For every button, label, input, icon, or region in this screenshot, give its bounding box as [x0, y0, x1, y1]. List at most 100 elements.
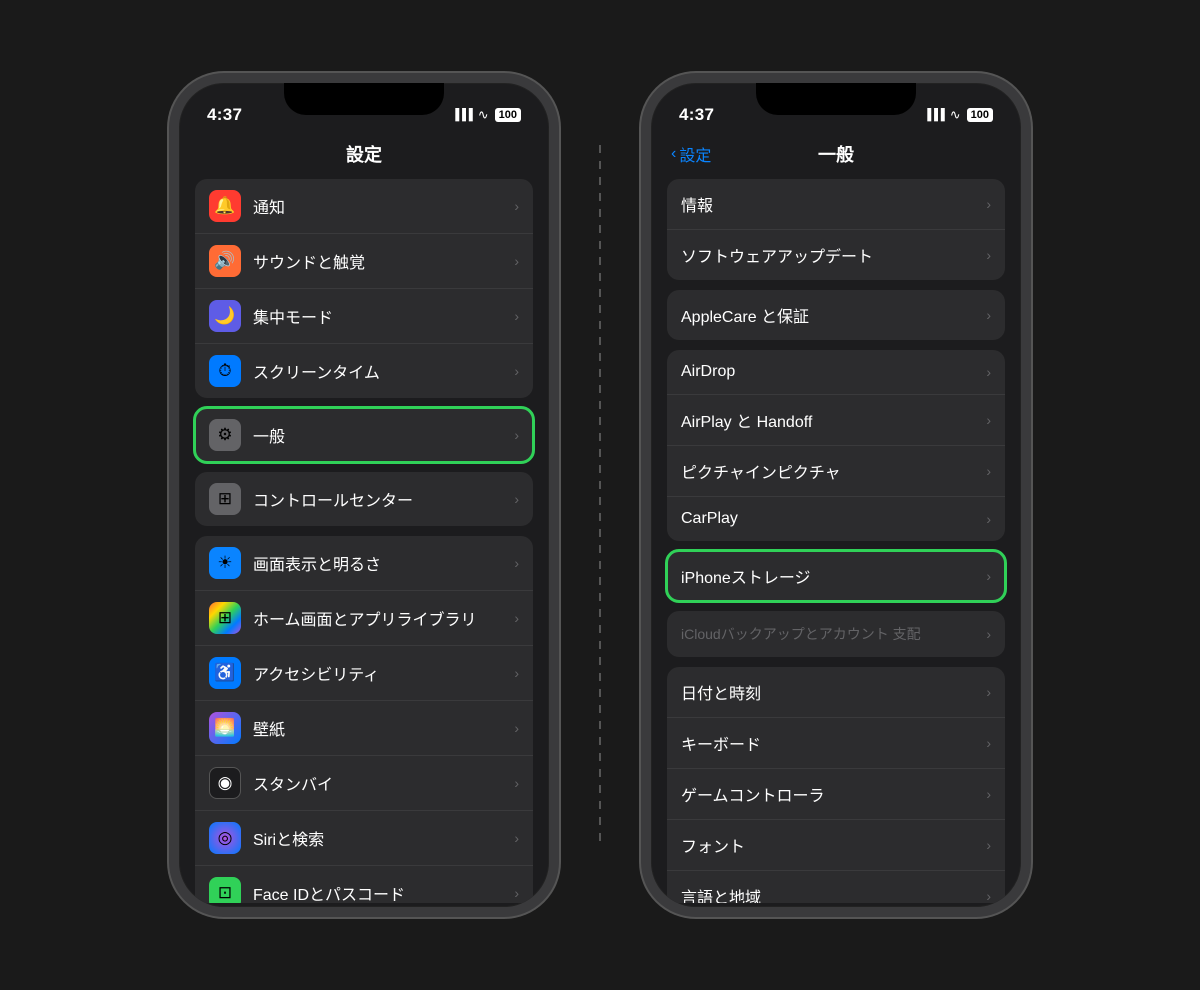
chevron-homescreen: ›	[514, 610, 519, 626]
settings-item-accessibility[interactable]: ♿ アクセシビリティ ›	[195, 646, 533, 701]
focus-icon: 🌙	[209, 300, 241, 332]
notch-right	[756, 83, 916, 115]
accessibility-icon: ♿	[209, 657, 241, 689]
screentime-label: スクリーンタイム	[253, 359, 514, 383]
page-title-right: 一般	[818, 141, 854, 167]
fonts-label: フォント	[681, 833, 986, 857]
settings-item-faceid[interactable]: ⊡ Face IDとパスコード ›	[195, 866, 533, 903]
settings-item-airdrop[interactable]: AirDrop ›	[667, 350, 1005, 395]
settings-item-homescreen[interactable]: ⊞ ホーム画面とアプリライブラリ ›	[195, 591, 533, 646]
sound-label: サウンドと触覚	[253, 249, 514, 273]
time-left: 4:37	[207, 105, 242, 125]
right-settings-group-3: AirDrop › AirPlay と Handoff › ピクチャインピクチャ…	[667, 350, 1005, 541]
settings-item-icloud[interactable]: iCloudバックアップとアカウント 支配 ›	[667, 611, 1005, 657]
general-label: 一般	[253, 423, 514, 447]
keyboard-label: キーボード	[681, 731, 986, 755]
right-settings-group-5: iCloudバックアップとアカウント 支配 ›	[667, 611, 1005, 657]
datetime-label: 日付と時刻	[681, 680, 986, 704]
info-label: 情報	[681, 192, 986, 216]
focus-label: 集中モード	[253, 304, 514, 328]
settings-item-airplay[interactable]: AirPlay と Handoff ›	[667, 395, 1005, 446]
back-button[interactable]: ‹ 設定	[671, 142, 711, 166]
status-icons-left: ▐▐▐ ∿ 100	[451, 107, 521, 123]
settings-item-fonts[interactable]: フォント ›	[667, 820, 1005, 871]
notification-label: 通知	[253, 194, 514, 218]
settings-item-sound[interactable]: 🔊 サウンドと触覚 ›	[195, 234, 533, 289]
settings-item-applecare[interactable]: AppleCare と保証 ›	[667, 290, 1005, 340]
chevron-datetime: ›	[986, 684, 991, 700]
settings-item-display[interactable]: ☀ 画面表示と明るさ ›	[195, 536, 533, 591]
chevron-screentime: ›	[514, 363, 519, 379]
chevron-airdrop: ›	[986, 364, 991, 380]
carplay-label: CarPlay	[681, 510, 986, 528]
chevron-airplay: ›	[986, 412, 991, 428]
settings-item-keyboard[interactable]: キーボード ›	[667, 718, 1005, 769]
settings-group-1: 🔔 通知 › 🔊 サウンドと触覚 › 🌙 集中モード › ⏱ スクリーンタイム	[195, 179, 533, 398]
control-label: コントロールセンター	[253, 487, 514, 511]
airplay-label: AirPlay と Handoff	[681, 408, 986, 432]
settings-list-left: 🔔 通知 › 🔊 サウンドと触覚 › 🌙 集中モード › ⏱ スクリーンタイム	[179, 179, 549, 903]
notification-icon: 🔔	[209, 190, 241, 222]
settings-item-gamecontroller[interactable]: ゲームコントローラ ›	[667, 769, 1005, 820]
phone-divider	[599, 145, 601, 845]
notch	[284, 83, 444, 115]
nav-header-left: 設定	[179, 133, 549, 179]
settings-item-notifications[interactable]: 🔔 通知 ›	[195, 179, 533, 234]
icloud-label: iCloudバックアップとアカウント 支配	[681, 624, 986, 644]
back-label: 設定	[679, 142, 711, 166]
chevron-keyboard: ›	[986, 735, 991, 751]
signal-icon: ▐▐▐	[451, 109, 471, 121]
right-settings-group-1: 情報 › ソフトウェアアップデート ›	[667, 179, 1005, 280]
software-label: ソフトウェアアップデート	[681, 243, 986, 267]
chevron-storage: ›	[986, 568, 991, 584]
chevron-general: ›	[514, 427, 519, 443]
settings-item-general[interactable]: ⚙ 一般 ›	[195, 408, 533, 462]
settings-item-siri[interactable]: ◎ Siriと検索 ›	[195, 811, 533, 866]
applecare-label: AppleCare と保証	[681, 303, 986, 327]
page-title-left: 設定	[346, 141, 382, 167]
chevron-display: ›	[514, 555, 519, 571]
left-phone-frame: 4:37 ▐▐▐ ∿ 100 設定 🔔 通知 ›	[169, 73, 559, 917]
accessibility-label: アクセシビリティ	[253, 661, 514, 685]
settings-item-carplay[interactable]: CarPlay ›	[667, 497, 1005, 541]
signal-icon-right: ▐▐▐	[923, 109, 943, 121]
chevron-info: ›	[986, 196, 991, 212]
right-phone-frame: 4:37 ▐▐▐ ∿ 100 ‹ 設定 一般 情報 ›	[641, 73, 1031, 917]
settings-item-language[interactable]: 言語と地域 ›	[667, 871, 1005, 903]
chevron-notifications: ›	[514, 198, 519, 214]
standby-label: スタンバイ	[253, 771, 514, 795]
screentime-icon: ⏱	[209, 355, 241, 387]
settings-item-standby[interactable]: ◉ スタンバイ ›	[195, 756, 533, 811]
settings-item-control[interactable]: ⊞ コントロールセンター ›	[195, 472, 533, 526]
chevron-icloud: ›	[986, 626, 991, 642]
airdrop-label: AirDrop	[681, 363, 986, 381]
battery-indicator-right: 100	[967, 108, 993, 122]
wallpaper-label: 壁紙	[253, 716, 514, 740]
chevron-standby: ›	[514, 775, 519, 791]
display-icon: ☀	[209, 547, 241, 579]
gamecontroller-label: ゲームコントローラ	[681, 782, 986, 806]
homescreen-label: ホーム画面とアプリライブラリ	[253, 606, 514, 630]
settings-item-datetime[interactable]: 日付と時刻 ›	[667, 667, 1005, 718]
right-settings-group-storage: iPhoneストレージ ›	[667, 551, 1005, 601]
homescreen-icon: ⊞	[209, 602, 241, 634]
settings-item-info[interactable]: 情報 ›	[667, 179, 1005, 230]
pip-label: ピクチャインピクチャ	[681, 459, 986, 483]
settings-item-storage[interactable]: iPhoneストレージ ›	[667, 551, 1005, 601]
chevron-faceid: ›	[514, 885, 519, 901]
settings-item-focus[interactable]: 🌙 集中モード ›	[195, 289, 533, 344]
settings-item-pip[interactable]: ピクチャインピクチャ ›	[667, 446, 1005, 497]
language-label: 言語と地域	[681, 884, 986, 903]
chevron-language: ›	[986, 888, 991, 903]
wifi-icon: ∿	[478, 107, 489, 123]
general-icon: ⚙	[209, 419, 241, 451]
chevron-fonts: ›	[986, 837, 991, 853]
nav-header-right: ‹ 設定 一般	[651, 133, 1021, 179]
settings-item-wallpaper[interactable]: 🌅 壁紙 ›	[195, 701, 533, 756]
settings-item-software[interactable]: ソフトウェアアップデート ›	[667, 230, 1005, 280]
right-settings-group-2: AppleCare と保証 ›	[667, 290, 1005, 340]
settings-item-screentime[interactable]: ⏱ スクリーンタイム ›	[195, 344, 533, 398]
storage-label: iPhoneストレージ	[681, 564, 986, 588]
display-label: 画面表示と明るさ	[253, 551, 514, 575]
settings-group-control: ⊞ コントロールセンター ›	[195, 472, 533, 526]
